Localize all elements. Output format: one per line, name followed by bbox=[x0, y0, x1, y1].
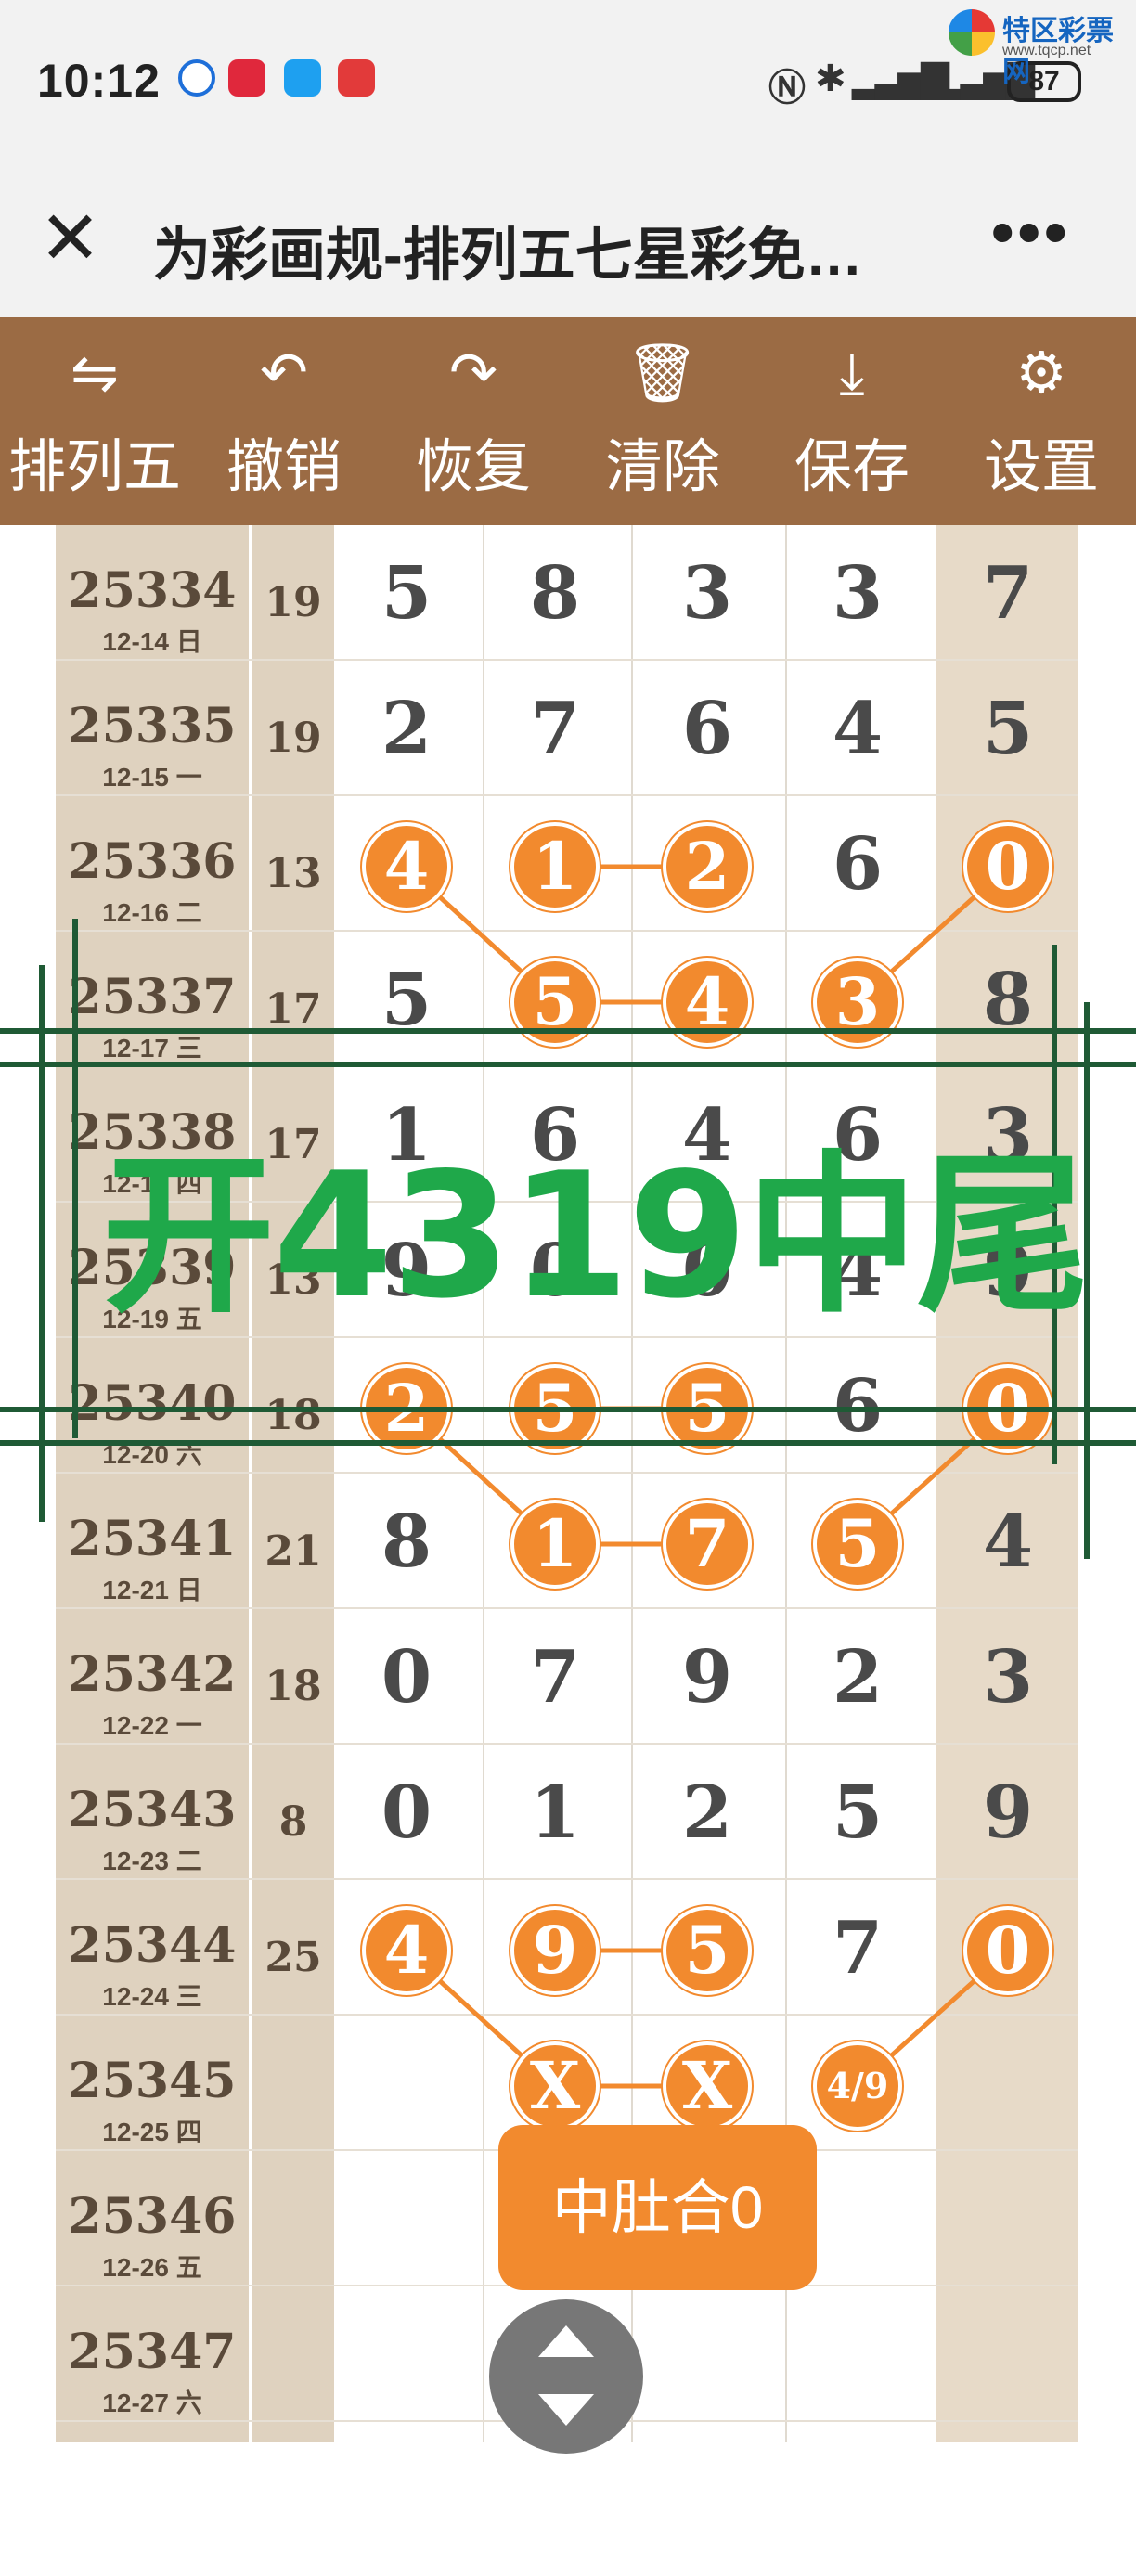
frame-line bbox=[0, 1028, 1136, 1034]
lottery-switch-button[interactable]: ⇋ 排列五 bbox=[0, 317, 189, 525]
marked-ball[interactable]: X bbox=[663, 2041, 752, 2131]
bluetooth-icon: ✱ bbox=[815, 58, 846, 99]
undo-button[interactable]: ↶ 撤销 bbox=[189, 317, 379, 525]
title-bar: ✕ 为彩画规-排列五七星彩免… ••• bbox=[0, 167, 1136, 317]
hint-pill[interactable]: 中肚合0 bbox=[498, 2125, 817, 2290]
clear-button[interactable]: 🗑 清除 bbox=[568, 317, 757, 525]
gear-icon: ⚙ bbox=[1015, 341, 1067, 406]
page-title: 为彩画规-排列五七星彩免… bbox=[153, 224, 863, 288]
status-bar: 10:12 Ⓝ ✱ ▂▃▅▇ ▂▃▅▇ 87 特区彩票网 www.tqcp.ne… bbox=[0, 0, 1136, 167]
mail-app-icon bbox=[338, 59, 375, 97]
watermark-logo: 特区彩票网 www.tqcp.net bbox=[949, 7, 1130, 87]
frame-line bbox=[0, 1062, 1136, 1067]
redo-icon: ↷ bbox=[449, 341, 497, 406]
redo-label: 恢复 bbox=[415, 435, 531, 499]
save-button[interactable]: ⤓ 保存 bbox=[757, 317, 947, 525]
lottery-switch-label: 排列五 bbox=[7, 435, 181, 499]
swap-icon: ⇋ bbox=[71, 341, 119, 406]
marked-ball[interactable]: 9 bbox=[510, 1906, 600, 1995]
marked-ball[interactable]: 4/9 bbox=[813, 2041, 902, 2131]
heart-app-icon bbox=[228, 59, 265, 97]
trash-icon: 🗑 bbox=[626, 341, 700, 406]
save-label: 保存 bbox=[794, 435, 910, 499]
signal-icon: ▂▃▅▇ bbox=[852, 58, 949, 99]
chevron-down-icon bbox=[538, 2394, 594, 2426]
status-time: 10:12 bbox=[37, 55, 161, 107]
scroll-toggle-button[interactable] bbox=[489, 2299, 643, 2454]
app-notification-icon bbox=[178, 59, 215, 97]
toolbar: ⇋ 排列五 ↶ 撤销 ↷ 恢复 🗑 清除 ⤓ 保存 ⚙ 设置 bbox=[0, 317, 1136, 525]
frame-line bbox=[72, 919, 78, 1438]
overlay-annotation: 开4319中尾 bbox=[102, 1135, 1090, 1336]
marked-ball[interactable]: 1 bbox=[510, 1500, 600, 1589]
settings-label: 设置 bbox=[983, 435, 1099, 499]
marked-ball[interactable]: 2 bbox=[663, 822, 752, 911]
marked-ball[interactable]: 7 bbox=[663, 1500, 752, 1589]
frame-line bbox=[0, 1440, 1136, 1446]
marked-ball[interactable]: 0 bbox=[963, 822, 1052, 911]
chat-app-icon bbox=[284, 59, 321, 97]
marked-ball[interactable]: 5 bbox=[663, 1906, 752, 1995]
close-icon[interactable]: ✕ bbox=[39, 197, 101, 280]
undo-label: 撤销 bbox=[226, 435, 342, 499]
frame-line bbox=[39, 965, 45, 1522]
marked-ball[interactable]: 5 bbox=[813, 1500, 902, 1589]
undo-icon: ↶ bbox=[260, 341, 308, 406]
marked-ball[interactable]: 0 bbox=[963, 1906, 1052, 1995]
nfc-icon: Ⓝ bbox=[768, 68, 806, 109]
redo-button[interactable]: ↷ 恢复 bbox=[379, 317, 568, 525]
clear-label: 清除 bbox=[604, 435, 720, 499]
download-icon: ⤓ bbox=[839, 341, 865, 406]
marked-ball[interactable]: 4 bbox=[362, 822, 451, 911]
marked-ball[interactable]: 4 bbox=[362, 1906, 451, 1995]
watermark-url: www.tqcp.net bbox=[1002, 43, 1091, 58]
frame-line bbox=[0, 1407, 1136, 1412]
settings-button[interactable]: ⚙ 设置 bbox=[947, 317, 1136, 525]
marked-ball[interactable]: X bbox=[510, 2041, 600, 2131]
chevron-up-icon bbox=[538, 2325, 594, 2357]
logo-icon bbox=[949, 9, 995, 56]
marked-ball[interactable]: 1 bbox=[510, 822, 600, 911]
more-menu-icon[interactable]: ••• bbox=[991, 195, 1071, 269]
